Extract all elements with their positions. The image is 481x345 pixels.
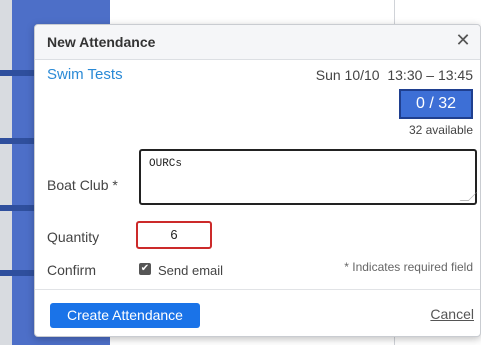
boat-club-textarea[interactable]: OURCs [139,149,478,205]
footer-divider [35,289,480,290]
cancel-link[interactable]: Cancel [430,306,474,322]
available-count: 32 available [408,123,473,137]
required-field-note: * Indicates required field [344,260,473,274]
dialog-header: New Attendance ✕ [35,25,480,60]
attendance-count-badge: 0 / 32 [399,89,473,119]
send-email-checkbox[interactable]: ✔ [139,263,151,275]
resize-grip-icon[interactable] [459,192,478,201]
boat-club-label: Boat Club * [47,177,118,193]
close-icon[interactable]: ✕ [454,31,472,49]
quantity-input[interactable]: 6 [136,221,212,249]
create-attendance-button[interactable]: Create Attendance [50,303,200,328]
quantity-label: Quantity [47,229,100,245]
event-time: Sun 10/10 13:30 – 13:45 [315,67,473,83]
event-name-link[interactable]: Swim Tests [47,66,123,83]
send-email-label[interactable]: Send email [158,263,223,278]
new-attendance-dialog: New Attendance ✕ Swim Tests Sun 10/10 13… [34,24,481,337]
confirm-label: Confirm [47,262,97,278]
dialog-title: New Attendance [47,34,156,50]
boat-club-value: OURCs [149,158,183,170]
